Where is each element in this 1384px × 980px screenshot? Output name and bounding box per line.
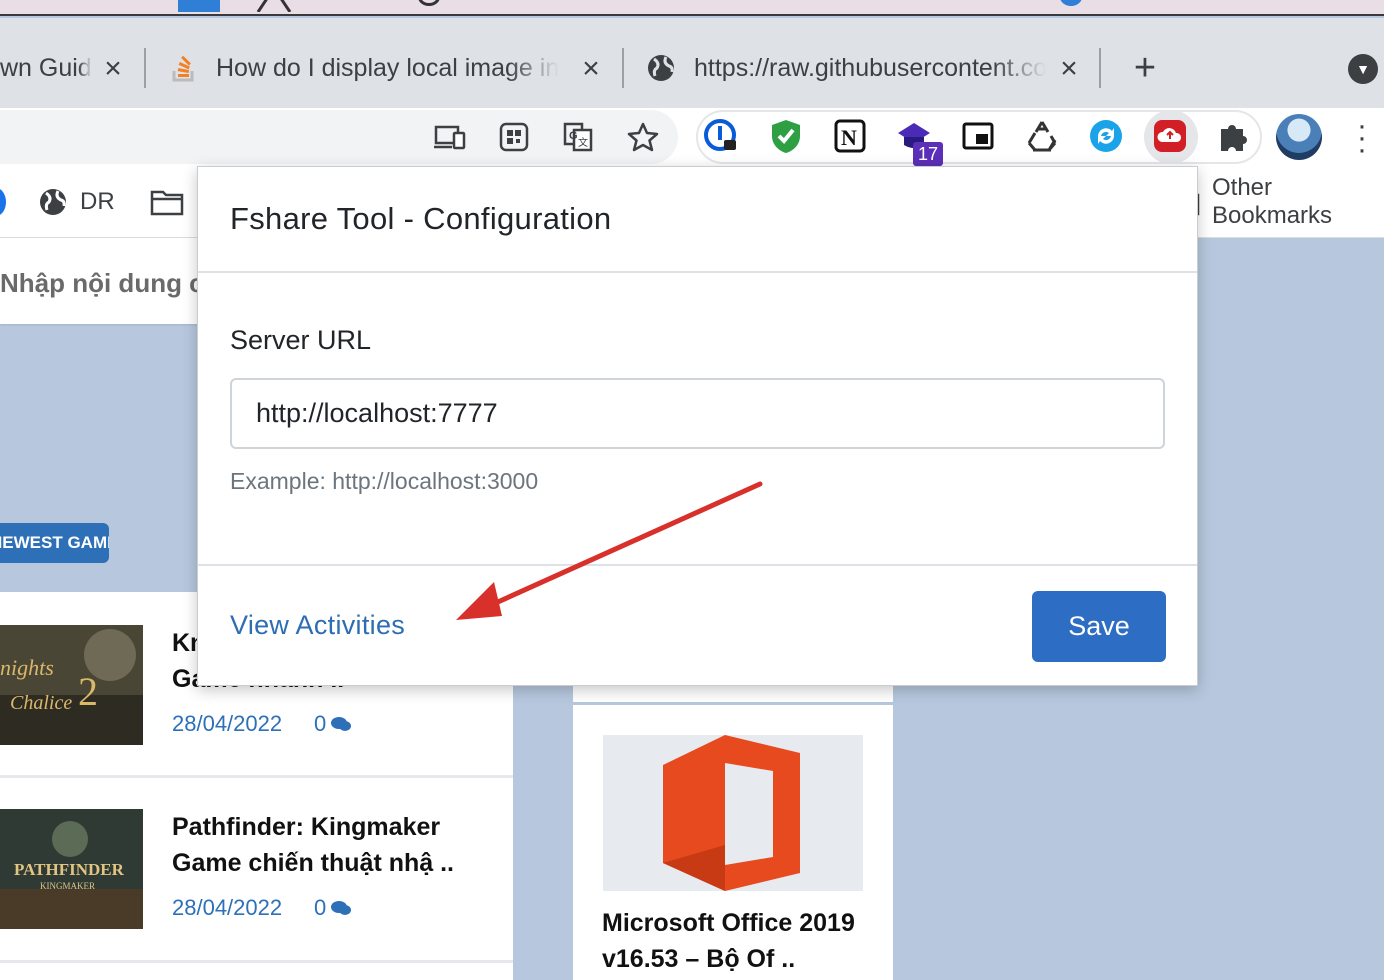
office-logo-icon[interactable] — [603, 735, 863, 891]
app-icon[interactable] — [178, 0, 220, 12]
bookmark-item[interactable] — [0, 184, 6, 220]
popup-header: Fshare Tool - Configuration — [198, 167, 1197, 273]
card-top — [573, 686, 893, 702]
puzzle-extensions-icon[interactable] — [1216, 118, 1252, 154]
comment-count[interactable]: 0 — [314, 711, 352, 737]
tab[interactable]: How do I display local image in — [170, 48, 566, 88]
folder-icon — [150, 188, 184, 216]
shield-check-icon[interactable] — [768, 118, 804, 154]
card-title[interactable]: Microsoft Office 2019 v16.53 – Bộ Of .. — [602, 905, 882, 977]
bookmark-folder[interactable] — [150, 184, 184, 220]
tab-search-chevron-icon[interactable]: ▼ — [1348, 54, 1378, 84]
post-thumbnail[interactable]: nights Chalice 2 — [0, 625, 143, 745]
bookmark-favicon-icon — [0, 188, 6, 216]
password-manager-icon[interactable] — [704, 118, 740, 154]
comments-icon — [330, 715, 352, 733]
new-tab-button[interactable]: + — [1128, 49, 1162, 87]
popup-title: Fshare Tool - Configuration — [230, 201, 612, 236]
server-url-help: Example: http://localhost:3000 — [230, 468, 539, 494]
post-thumbnail[interactable]: PATHFINDER KINGMAKER — [0, 809, 143, 929]
post-divider — [0, 775, 513, 778]
other-bookmarks[interactable]: Other Bookmarks — [1166, 174, 1384, 229]
fshare-cloud-icon[interactable] — [1152, 118, 1188, 154]
svg-text:G: G — [569, 130, 578, 142]
extension-badge-count: 17 — [913, 142, 943, 166]
svg-text:nights: nights — [0, 655, 54, 680]
sync-icon[interactable] — [1088, 118, 1124, 154]
newest-games-tab[interactable]: NEWEST GAMES — [0, 523, 109, 563]
post-date: 28/04/2022 — [172, 895, 283, 920]
globe-icon — [38, 187, 68, 217]
globe-icon — [646, 53, 676, 83]
notion-icon[interactable]: N — [832, 118, 868, 154]
close-icon[interactable]: × — [1056, 54, 1082, 84]
more-menu-icon[interactable]: · · · — [1354, 111, 1370, 165]
status-icon[interactable] — [1060, 0, 1082, 6]
svg-text:Chalice: Chalice — [10, 692, 72, 714]
tab[interactable]: https://raw.githubusercontent.com — [646, 48, 1046, 88]
warning-icon[interactable] — [256, 0, 292, 13]
svg-text:文: 文 — [578, 136, 588, 149]
status-icon[interactable] — [418, 0, 440, 6]
software-card[interactable]: Microsoft Office 2019 v16.53 – Bộ Of .. — [573, 705, 893, 980]
list-item[interactable]: PATHFINDER KINGMAKER Pathfinder: Kingmak… — [0, 809, 513, 959]
newest-games-label: NEWEST GAMES — [0, 533, 109, 552]
bookmark-item[interactable]: DR — [38, 184, 115, 220]
tab-title: wn Guide — [0, 53, 92, 82]
site-search-box[interactable]: Nhập nội dung cần — [0, 238, 234, 324]
translate-icon[interactable]: G文 — [561, 120, 595, 154]
tab-divider — [622, 48, 624, 88]
popup-footer: View Activities Save — [198, 564, 1197, 687]
tab-divider — [144, 48, 146, 88]
post-date: 28/04/2022 — [172, 711, 283, 736]
comment-count[interactable]: 0 — [314, 895, 352, 921]
tab-title: https://raw.githubusercontent.com — [694, 53, 1046, 82]
other-bookmarks-label: Other Bookmarks — [1212, 174, 1333, 229]
save-button[interactable]: Save — [1032, 591, 1166, 662]
tab-divider — [1099, 48, 1101, 88]
server-url-label: Server URL — [230, 325, 372, 355]
server-url-input[interactable] — [230, 378, 1165, 449]
cast-icon[interactable] — [433, 120, 467, 154]
close-icon[interactable]: × — [100, 54, 126, 84]
comment-count-value: 0 — [314, 895, 327, 920]
comments-icon — [330, 899, 352, 917]
svg-text:KINGMAKER: KINGMAKER — [40, 881, 95, 891]
stackoverflow-icon — [170, 53, 198, 83]
tab-strip: wn Guide × How do I display local image … — [0, 18, 1384, 108]
comment-count-value: 0 — [314, 711, 327, 736]
qr-code-icon[interactable] — [497, 120, 531, 154]
tab-title: How do I display local image in — [216, 53, 560, 82]
bookmark-label: DR — [80, 188, 115, 215]
bookmark-star-icon[interactable] — [626, 120, 660, 154]
view-activities-link[interactable]: View Activities — [230, 610, 405, 641]
post-divider — [0, 960, 513, 963]
profile-avatar[interactable] — [1276, 114, 1322, 160]
svg-text:PATHFINDER: PATHFINDER — [14, 860, 125, 879]
post-title[interactable]: Pathfinder: Kingmaker Game chiến thuật n… — [172, 809, 492, 881]
picture-in-picture-icon[interactable] — [960, 118, 996, 154]
os-menu-strip — [0, 0, 1384, 16]
svg-text:2: 2 — [78, 669, 98, 714]
close-icon[interactable]: × — [578, 54, 604, 84]
recycle-icon[interactable] — [1024, 118, 1060, 154]
tab[interactable]: wn Guide — [0, 48, 92, 88]
svg-text:N: N — [841, 125, 857, 150]
fshare-config-popup: Fshare Tool - Configuration Server URL E… — [197, 166, 1198, 686]
